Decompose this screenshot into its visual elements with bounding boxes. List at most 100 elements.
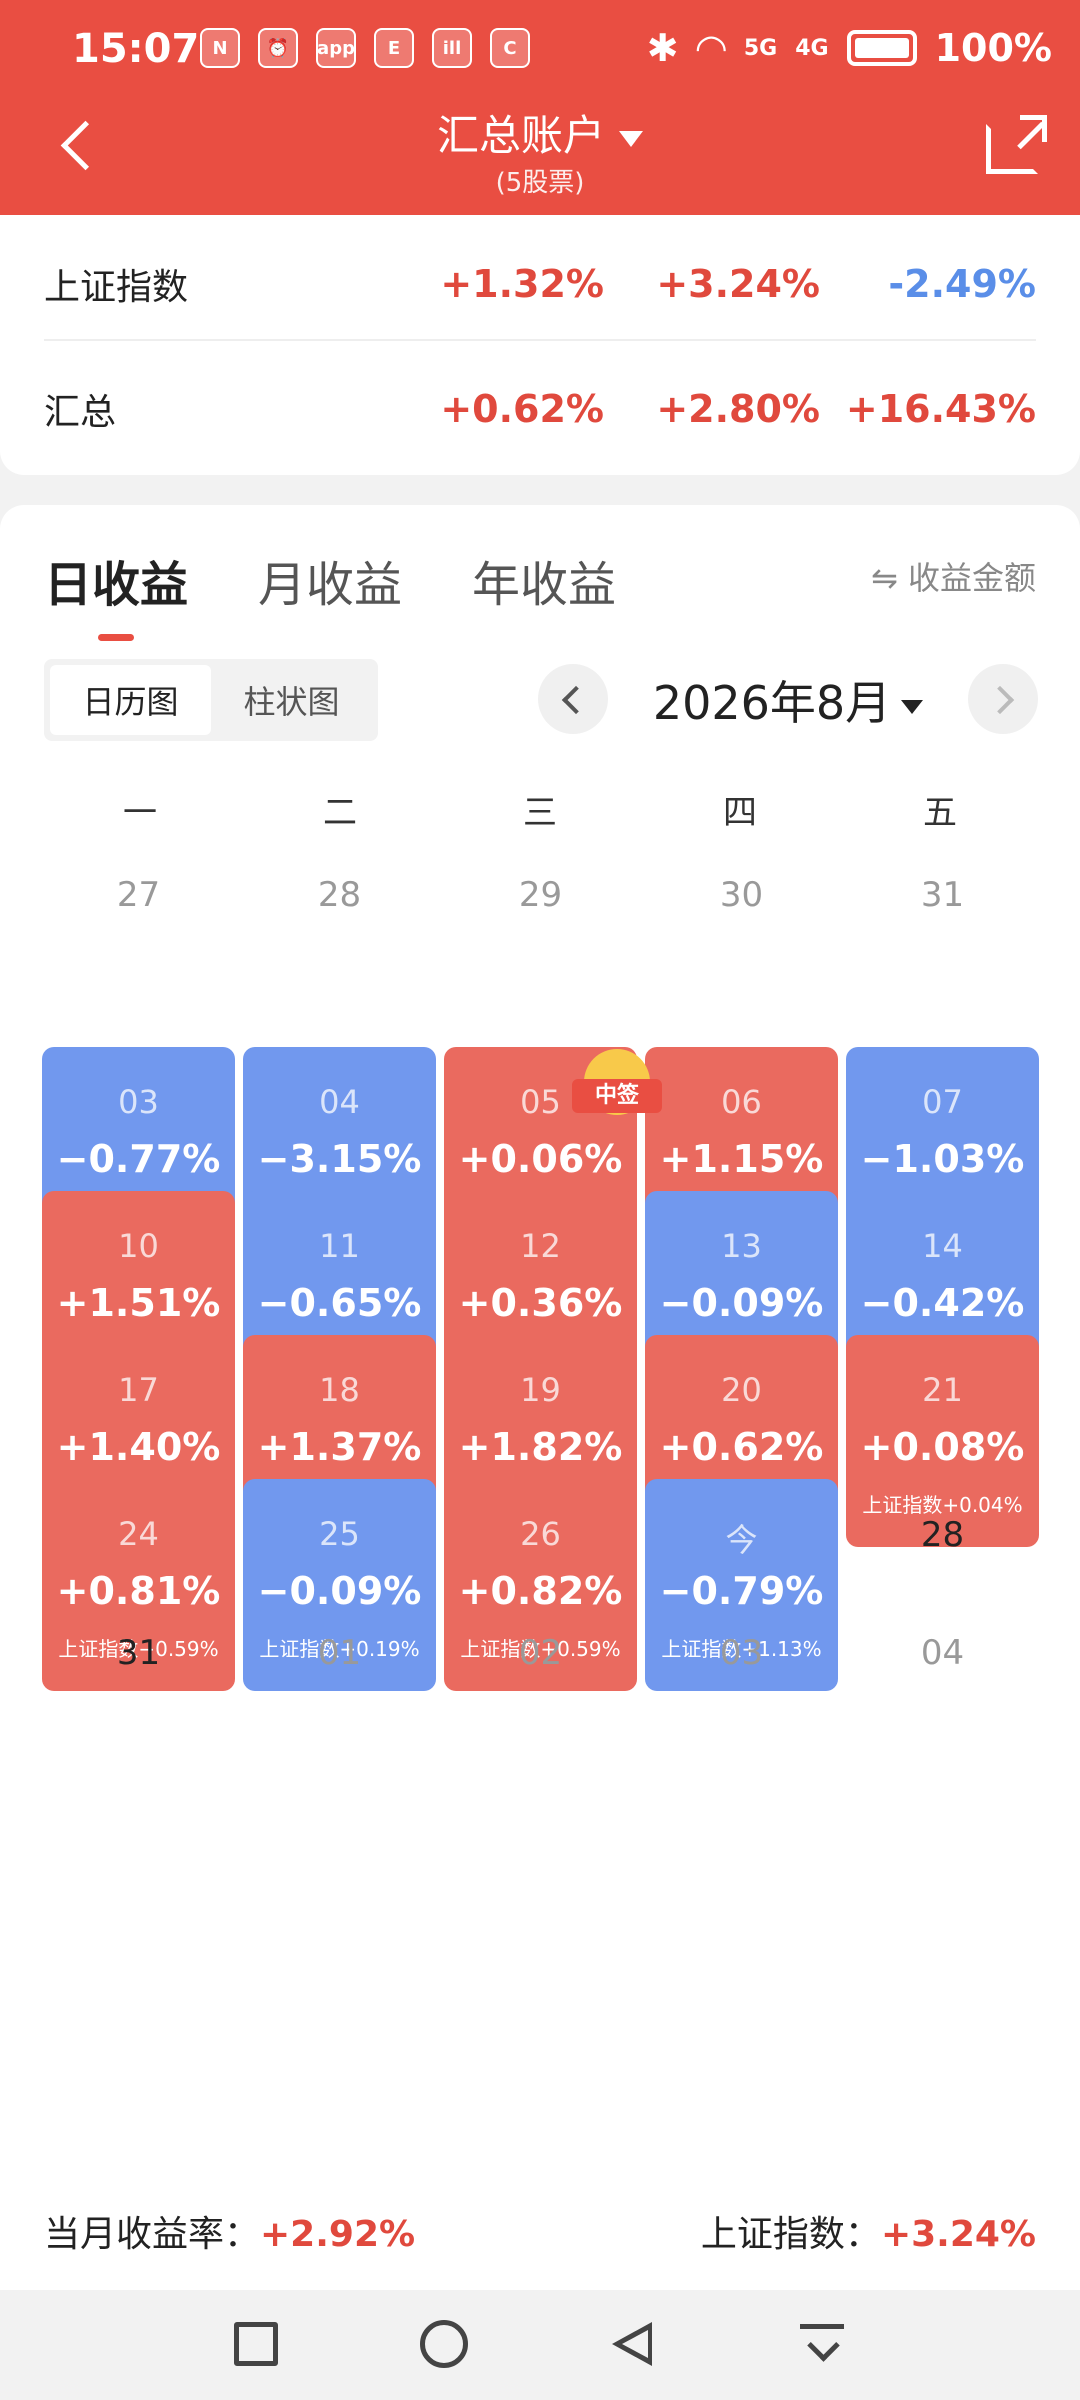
calendar-day-return: −3.15% — [257, 1137, 422, 1181]
app-e-icon: E — [374, 28, 414, 68]
summary-value: +3.24% — [656, 262, 820, 306]
calendar-day-empty: 04 — [846, 1623, 1039, 1835]
calendar-day-number: 18 — [319, 1371, 360, 1409]
recents-button[interactable] — [234, 2322, 278, 2366]
calendar-day-empty: 28 — [243, 865, 436, 1077]
next-month-button[interactable] — [968, 664, 1038, 734]
summary-value: -2.49% — [888, 262, 1036, 306]
calendar-day-number: 03 — [118, 1083, 159, 1121]
weekday-label: 三 — [523, 793, 557, 833]
calendar-day-empty: 27 — [42, 865, 235, 1077]
calendar-day-return: −0.09% — [257, 1569, 422, 1613]
summary-row-total: 汇总 +0.62% +2.80% +16.43% — [44, 339, 1036, 477]
battery-percent: 100% — [934, 26, 1052, 70]
calendar-day-number: 31 — [116, 1633, 161, 1673]
calendar-day-number: 27 — [116, 875, 161, 915]
calendar-day-empty: 30 — [645, 865, 838, 1077]
share-button[interactable] — [986, 115, 1047, 174]
calendar-day-empty: 29 — [444, 865, 637, 1077]
view-switch: 日历图 柱状图 — [44, 659, 378, 741]
summary-card: 上证指数 +1.32% +3.24% -2.49% 汇总 +0.62% +2.8… — [0, 215, 1080, 475]
summary-row-index: 上证指数 +1.32% +3.24% -2.49% — [44, 215, 1036, 353]
calendar-day-empty: 31 — [846, 865, 1039, 1077]
calendar-day-number: 17 — [118, 1371, 159, 1409]
alarm-icon: ⏰ — [258, 28, 298, 68]
notification-icons: N ⏰ app E ill C — [200, 28, 530, 68]
calendar-day-return: −0.77% — [56, 1137, 221, 1181]
calendar-day-number: 29 — [518, 875, 563, 915]
tab-daily[interactable]: 日收益 — [44, 545, 188, 641]
earnings-card: 日收益 月收益 年收益 ⇋ 收益金额 日历图 柱状图 2026年8月 一 二 三 … — [0, 505, 1080, 2290]
calendar-day-return: −0.79% — [659, 1569, 824, 1613]
prev-month-button[interactable] — [538, 664, 608, 734]
calendar-day-return: +0.62% — [659, 1425, 824, 1469]
calendar-day-number: 14 — [922, 1227, 963, 1265]
weekday-header: 一 二 三 四 五 — [40, 785, 1040, 834]
calendar-day-number: 今 — [725, 1521, 758, 1559]
monthly-return: 当月收益率：+2.92% — [44, 2205, 415, 2257]
calendar-day-number: 04 — [319, 1083, 360, 1121]
view-calendar[interactable]: 日历图 — [50, 665, 211, 735]
summary-value: +1.32% — [440, 262, 604, 306]
wifi-icon: ◠ — [696, 26, 726, 70]
weekday-label: 四 — [723, 793, 757, 833]
bank-app-icon: C — [490, 28, 530, 68]
summary-value: +0.62% — [440, 387, 604, 431]
tab-monthly[interactable]: 月收益 — [258, 545, 402, 615]
calendar-day-number: 28 — [920, 1515, 965, 1555]
calendar-day-number: 31 — [920, 875, 965, 915]
calendar-day-return: +0.82% — [458, 1569, 623, 1613]
chevron-down-icon — [901, 699, 924, 714]
notification-pull-button[interactable] — [800, 2322, 844, 2366]
calendar-day-number: 30 — [719, 875, 764, 915]
calendar-day-number: 03 — [719, 1633, 764, 1673]
tab-yearly[interactable]: 年收益 — [472, 545, 616, 615]
calendar-day-return: +0.36% — [458, 1281, 623, 1325]
view-bar[interactable]: 柱状图 — [211, 665, 372, 735]
lottery-badge: 中签 — [572, 1049, 662, 1129]
month-summary: 当月收益率：+2.92% 上证指数：+3.24% — [44, 2205, 1036, 2257]
calendar-day-number: 26 — [520, 1515, 561, 1553]
signal-4g: 4G — [795, 35, 829, 61]
amount-toggle-label: 收益金额 — [907, 559, 1036, 597]
calendar-day-number: 11 — [319, 1227, 360, 1265]
app-notification-icon: app — [316, 28, 356, 68]
index-return: 上证指数：+3.24% — [701, 2205, 1036, 2257]
calendar-day-empty: 01 — [243, 1623, 436, 1835]
weekday-label: 二 — [323, 793, 357, 833]
calendar-day-number: 02 — [518, 1633, 563, 1673]
status-time: 15:07 — [72, 26, 200, 72]
index-return-value: +3.24% — [880, 2214, 1036, 2255]
monthly-return-value: +2.92% — [260, 2214, 416, 2255]
calendar-day-number: 25 — [319, 1515, 360, 1553]
nfc-icon: N — [200, 28, 240, 68]
top-header: 15:07 N ⏰ app E ill C ✱ ◠ 5G 4G 100% 汇总账… — [0, 0, 1080, 215]
calendar-day-number: 04 — [920, 1633, 965, 1673]
calendar-day-number: 19 — [520, 1371, 561, 1409]
home-button[interactable] — [420, 2320, 468, 2368]
calendar-day-return: +1.37% — [257, 1425, 422, 1469]
calendar-day-return: +1.40% — [56, 1425, 221, 1469]
calendar-day-number: 12 — [520, 1227, 561, 1265]
calendar-day-return: −0.09% — [659, 1281, 824, 1325]
calendar-day-return: +1.51% — [56, 1281, 221, 1325]
calendar-day-return: +0.06% — [458, 1137, 623, 1181]
status-bar: 15:07 N ⏰ app E ill C ✱ ◠ 5G 4G 100% — [0, 18, 1080, 84]
summary-row-label: 汇总 — [44, 392, 117, 433]
calendar-day-return: −1.03% — [860, 1137, 1025, 1181]
page-subtitle: (5股票) — [495, 168, 585, 198]
calendar-day-number: 20 — [721, 1371, 762, 1409]
amount-toggle[interactable]: ⇋ 收益金额 — [871, 553, 1036, 599]
system-back-button[interactable] — [612, 2322, 652, 2366]
account-selector[interactable]: 汇总账户 — [0, 102, 1080, 163]
swap-icon: ⇋ — [871, 559, 898, 597]
month-label: 2026年8月 — [652, 676, 892, 730]
chevron-down-icon — [619, 130, 643, 147]
calendar-day-empty: 03 — [645, 1623, 838, 1835]
weekday-label: 一 — [123, 793, 157, 833]
calendar-day-empty: 31 — [42, 1623, 235, 1835]
month-selector[interactable]: 2026年8月 — [618, 667, 958, 733]
summary-row-label: 上证指数 — [44, 267, 189, 308]
index-return-label: 上证指数： — [700, 2214, 881, 2255]
system-nav-bar — [0, 2290, 1080, 2400]
